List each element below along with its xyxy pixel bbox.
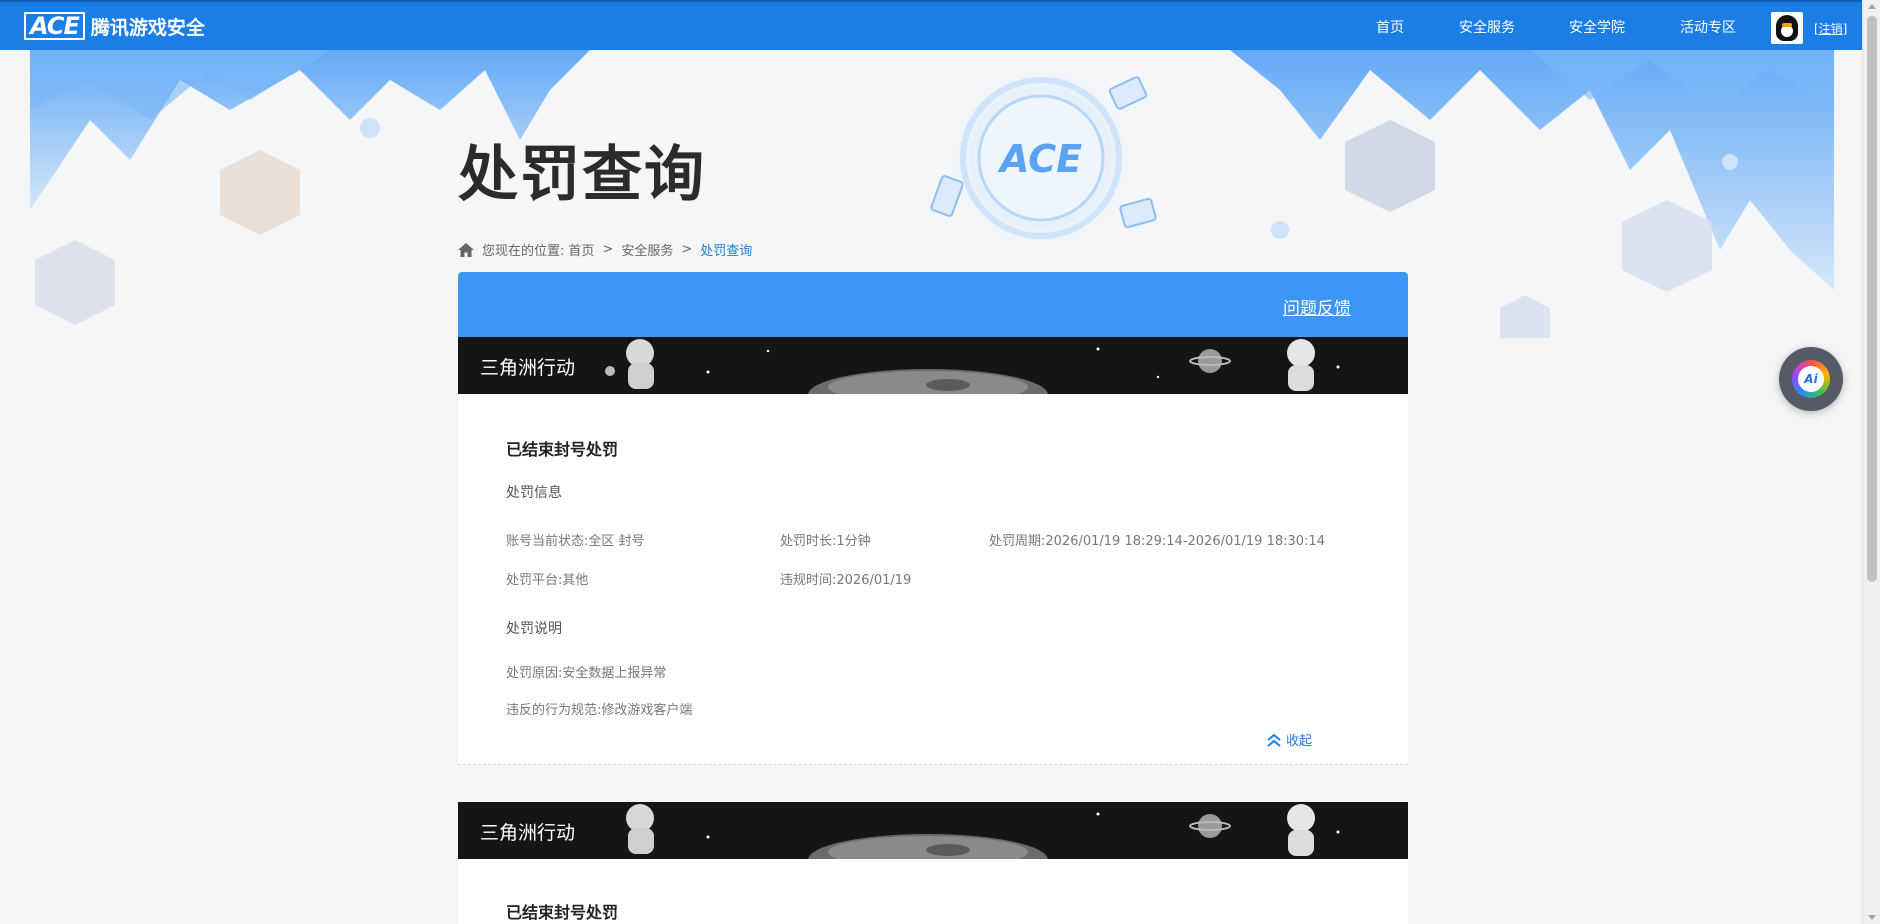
info-row: 账号当前状态:全区 封号 处罚时长:1分钟 处罚周期:2026/01/19 18… <box>506 530 1360 549</box>
feedback-link[interactable]: 问题反馈 <box>1283 294 1351 319</box>
game-banner-art <box>605 339 1340 394</box>
double-chevron-up-icon <box>1267 733 1281 747</box>
penalty-duration: 处罚时长:1分钟 <box>780 534 871 549</box>
penalty-platform: 处罚平台:其他 <box>506 573 589 588</box>
user-avatar[interactable] <box>1771 12 1803 44</box>
site-logo[interactable]: ACE 腾讯游戏安全 <box>24 12 205 40</box>
penalty-desc-heading: 处罚说明 <box>506 621 562 637</box>
scrollbar-thumb[interactable] <box>1867 16 1877 582</box>
top-navbar: ACE 腾讯游戏安全 首页 安全服务 安全学院 活动专区 [注销] <box>0 0 1862 50</box>
info-row: 处罚平台:其他 违规时间:2026/01/19 <box>506 569 1360 588</box>
penalty-record: 已结束封号处罚 <box>458 859 1408 923</box>
ai-ring-icon: Ai <box>1792 360 1830 398</box>
breadcrumb-security-service[interactable]: 安全服务 <box>621 240 673 259</box>
logout-link[interactable]: [注销] <box>1814 20 1847 37</box>
hero-emblem-text: ACE <box>997 137 1082 181</box>
ai-label: Ai <box>1798 366 1824 392</box>
breadcrumb-current: 处罚查询 <box>700 244 753 259</box>
scroll-down-arrow-icon[interactable] <box>1868 915 1876 920</box>
game-banner-art <box>626 804 1340 859</box>
game-name: 三角洲行动 <box>480 822 576 844</box>
collapse-label: 收起 <box>1285 734 1312 749</box>
record-title: 已结束封号处罚 <box>506 440 619 459</box>
breadcrumb-separator: > <box>602 242 614 257</box>
nav-security-service[interactable]: 安全服务 <box>1459 17 1539 37</box>
breadcrumb-prefix: 您现在的位置: <box>482 244 565 259</box>
game-banner: 三角洲行动 <box>458 337 1408 394</box>
game-banner: 三角洲行动 <box>458 802 1408 859</box>
breadcrumb: 您现在的位置: 首页 > 安全服务 > 处罚查询 <box>458 240 752 259</box>
nav-events[interactable]: 活动专区 <box>1680 17 1760 37</box>
record-gap <box>458 765 1408 802</box>
penalty-reason: 处罚原因:安全数据上报异常 <box>506 666 667 681</box>
page-scrollbar[interactable] <box>1862 0 1880 924</box>
qq-penguin-icon <box>1776 15 1798 41</box>
penalty-period: 处罚周期:2026/01/19 18:29:14-2026/01/19 18:3… <box>989 534 1325 549</box>
ai-assistant-button[interactable]: Ai <box>1779 347 1843 411</box>
ace-logo-mark: ACE <box>24 12 85 40</box>
page-title: 处罚查询 <box>458 140 706 210</box>
home-icon <box>458 242 474 257</box>
nav-home[interactable]: 首页 <box>1376 17 1436 37</box>
logo-text: 腾讯游戏安全 <box>90 16 205 39</box>
penalty-record: 已结束封号处罚 处罚信息 账号当前状态:全区 封号 处罚时长:1分钟 处罚周期:… <box>458 394 1408 764</box>
violated-rule: 违反的行为规范:修改游戏客户端 <box>506 703 693 718</box>
collapse-button[interactable]: 收起 <box>1266 730 1312 749</box>
nav-security-academy[interactable]: 安全学院 <box>1569 17 1649 37</box>
collapse-row: 收起 <box>506 718 1360 764</box>
game-name: 三角洲行动 <box>480 357 576 379</box>
violation-time: 违规时间:2026/01/19 <box>780 573 912 588</box>
breadcrumb-home[interactable]: 首页 <box>568 240 594 259</box>
account-status: 账号当前状态:全区 封号 <box>506 534 645 549</box>
record-title: 已结束封号处罚 <box>506 903 619 922</box>
penalty-info-heading: 处罚信息 <box>506 485 562 501</box>
panel-header: 问题反馈 <box>458 272 1408 337</box>
scroll-up-arrow-icon[interactable] <box>1868 4 1876 9</box>
breadcrumb-separator: > <box>681 242 693 257</box>
penalty-panel: 问题反馈 三角洲行动 已结束封号处罚 处罚信息 账号当前状态:全区 封号 处罚时… <box>458 272 1408 924</box>
